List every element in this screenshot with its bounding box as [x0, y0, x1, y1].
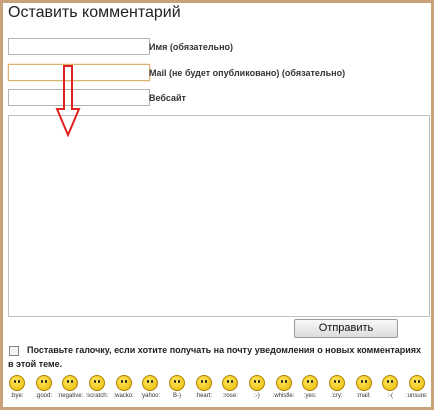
name-label: Имя (обязательно) [149, 42, 234, 52]
smiley-code: :rose: [222, 393, 238, 399]
wacko-smiley-icon[interactable] [115, 375, 132, 391]
smiley-code: :good: [35, 393, 52, 399]
smiley-code: :cry: [331, 393, 343, 399]
red-down-arrow-icon [55, 65, 81, 137]
smiley-item[interactable]: :mail: [353, 375, 375, 407]
bye-smiley-icon[interactable] [9, 375, 25, 391]
smiley-item[interactable]: B-) [166, 375, 188, 407]
smiley-code: :mail: [356, 393, 371, 399]
smiley-item[interactable]: :wacko: [113, 375, 135, 407]
website-label: Вебсайт [149, 93, 186, 103]
smiley-item[interactable]: :-( [379, 375, 401, 407]
smiley-code: :scratch: [85, 393, 109, 399]
sad-smiley-icon[interactable] [382, 375, 399, 391]
cry-smiley-icon[interactable] [328, 375, 345, 391]
smiley-item[interactable]: :yes: [299, 375, 321, 407]
good-smiley-icon[interactable] [35, 375, 52, 391]
smiley-code: :-( [387, 393, 394, 399]
submit-button[interactable]: Отправить [294, 319, 398, 338]
smiley-item[interactable]: :yahoo: [139, 375, 161, 407]
smiley-item[interactable]: :scratch: [86, 375, 108, 407]
rose-smiley-icon[interactable] [222, 375, 239, 391]
smiley-code: :negative: [57, 393, 84, 399]
smiley-code: :bye: [10, 393, 24, 399]
smiley-code: :heart: [195, 393, 213, 399]
smiley-item[interactable]: :heart: [193, 375, 215, 407]
name-field[interactable] [8, 38, 150, 55]
smiley-item[interactable]: :bye: [6, 375, 28, 407]
email-label: Mail (не будет опубликовано) (обязательн… [149, 68, 346, 78]
whistle-smiley-icon[interactable] [275, 375, 292, 391]
notify-checkbox[interactable] [9, 345, 19, 356]
scratch-smiley-icon[interactable] [88, 375, 105, 391]
notify-label: Поставьте галочку, если хотите получать … [8, 345, 422, 369]
smiley-code: :whistle: [272, 393, 295, 399]
cool-smiley-icon[interactable] [168, 375, 185, 391]
unsure-smiley-icon[interactable] [408, 375, 425, 391]
yahoo-smiley-icon[interactable] [142, 375, 159, 391]
yes-smiley-icon[interactable] [302, 375, 319, 391]
heart-smiley-icon[interactable] [195, 375, 212, 391]
comment-form-frame: Оставить комментарий Имя (обязательно) M… [0, 0, 434, 410]
smiley-code: :-) [254, 393, 260, 399]
smiley-item[interactable]: :cry: [326, 375, 348, 407]
smile-smiley-icon[interactable] [248, 375, 265, 391]
negative-smiley-icon[interactable] [62, 375, 79, 391]
smiley-item[interactable]: :rose: [219, 375, 241, 407]
mail-smiley-icon[interactable] [355, 375, 372, 391]
smiley-code: :yes: [303, 393, 317, 399]
smilies-bar: :bye: :good: :negative::scratch: :wacko: :ya… [6, 375, 428, 407]
smiley-code: :unsure: [406, 393, 428, 399]
smiley-code: :wacko: [113, 393, 134, 399]
notify-row: Поставьте галочку, если хотите получать … [8, 343, 423, 371]
smiley-item[interactable]: :negative: [57, 375, 84, 407]
smiley-code: :yahoo: [140, 393, 161, 399]
smiley-item[interactable]: :good: [33, 375, 55, 407]
smiley-code: B-) [172, 393, 181, 399]
smiley-item[interactable]: :-) [246, 375, 268, 407]
comment-textarea[interactable] [8, 115, 430, 317]
smiley-item[interactable]: :whistle: [273, 375, 295, 407]
form-title: Оставить комментарий [8, 4, 181, 21]
smiley-item[interactable]: :unsure: [406, 375, 428, 407]
